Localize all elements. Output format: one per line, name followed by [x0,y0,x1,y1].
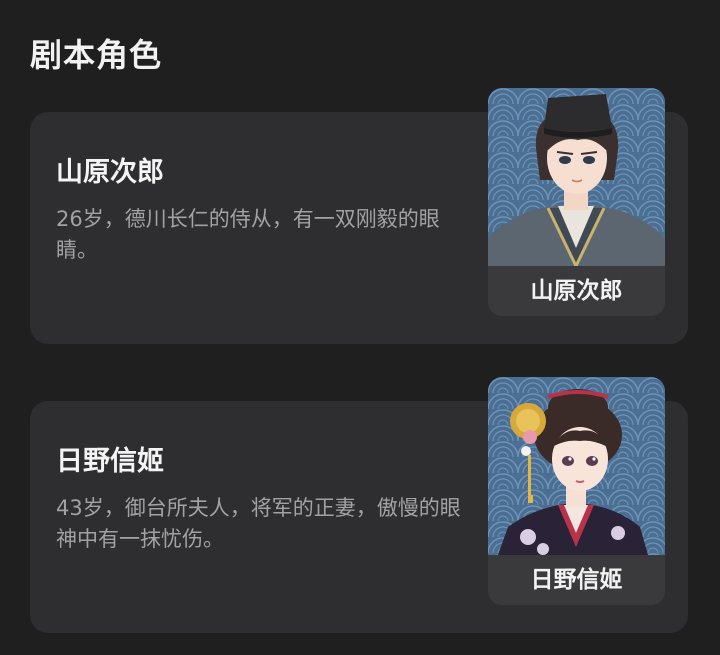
character-portrait[interactable]: 山原次郎 [488,88,665,316]
character-description: 26岁，德川长仁的侍从，有一双刚毅的眼睛。 [56,207,440,262]
section-title: 剧本角色 [30,36,163,74]
character-portrait[interactable]: 日野信姬 [488,377,665,605]
character-description: 43岁，御台所夫人，将军的正妻，傲慢的眼神中有一抹忧伤。 [56,496,461,551]
portrait-name-label: 山原次郎 [488,266,665,316]
role-list-page: 剧本角色 山原次郎 26岁，德川长仁的侍从，有一双刚毅的眼睛。 山原次郎 日野信… [0,0,720,655]
character-name: 山原次郎 [56,157,164,188]
character-name: 日野信姬 [56,446,164,477]
portrait-name-label: 日野信姬 [488,555,665,605]
female-noble-portrait-icon [488,377,665,555]
male-samurai-portrait-icon [488,88,665,266]
